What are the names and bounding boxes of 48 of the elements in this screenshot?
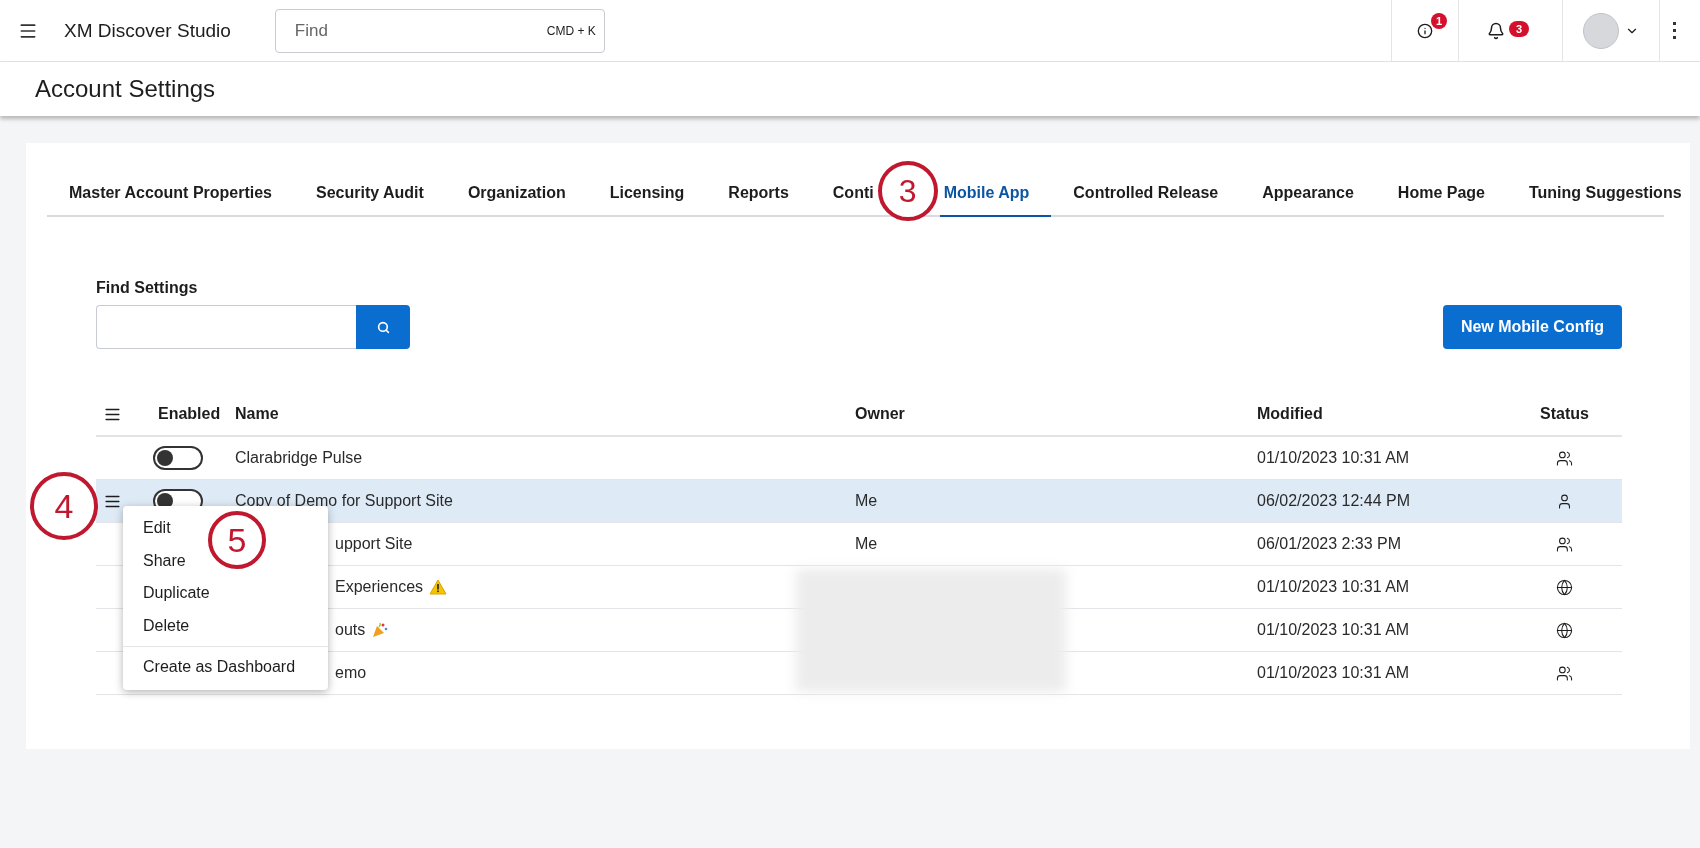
modified-cell: 01/10/2023 10:31 AM bbox=[1257, 664, 1410, 682]
column-header: Owner bbox=[855, 405, 905, 423]
modified-cell: 01/10/2023 10:31 AM bbox=[1257, 578, 1410, 596]
app-grid-icon[interactable] bbox=[1673, 21, 1679, 40]
tab[interactable]: Reports bbox=[706, 171, 811, 217]
tab[interactable]: Licensing bbox=[587, 171, 707, 217]
info-icon[interactable] bbox=[1417, 22, 1433, 39]
tab[interactable]: Conti bbox=[810, 171, 876, 217]
search-button[interactable] bbox=[356, 305, 410, 349]
step-callout: 3 bbox=[877, 161, 938, 221]
search-icon bbox=[376, 320, 390, 334]
modified-cell: 01/10/2023 10:31 AM bbox=[1257, 621, 1410, 639]
info-badge: 1 bbox=[1431, 13, 1448, 29]
new-mobile-config-button[interactable]: New Mobile Config bbox=[1442, 305, 1622, 349]
app-name: XM Discover Studio bbox=[64, 19, 231, 42]
column-header: Name bbox=[235, 405, 279, 423]
column-header: Modified bbox=[1257, 405, 1323, 423]
search-field[interactable]: Find CMD + K bbox=[274, 8, 605, 53]
tab[interactable]: Security Audit bbox=[294, 171, 446, 217]
tab[interactable]: Home Page bbox=[1375, 171, 1507, 217]
find-settings-field[interactable] bbox=[96, 305, 356, 349]
name-cell: emo bbox=[335, 664, 367, 682]
find-settings-label: Find Settings bbox=[96, 279, 199, 297]
modified-cell: 01/10/2023 10:31 AM bbox=[1257, 449, 1410, 467]
modified-cell: 06/02/2023 12:44 PM bbox=[1257, 492, 1410, 510]
menu-item[interactable]: Delete bbox=[123, 609, 210, 642]
name-cell: Experiences bbox=[335, 578, 424, 596]
tab[interactable]: Organization bbox=[445, 171, 588, 217]
shortcut-hint: CMD + K bbox=[546, 23, 596, 38]
page-title: Account Settings bbox=[35, 75, 216, 103]
tab[interactable]: Tuning Suggestions bbox=[1507, 171, 1700, 217]
tab[interactable]: Controlled Release bbox=[1051, 171, 1241, 217]
column-header: Enabled bbox=[158, 405, 221, 423]
name-cell: outs bbox=[335, 621, 366, 639]
menu-item[interactable]: Duplicate bbox=[123, 577, 230, 610]
menu-item[interactable]: Create as Dashboard bbox=[123, 651, 316, 684]
tab[interactable]: Appearance bbox=[1240, 171, 1376, 217]
tab[interactable]: Mobile App bbox=[939, 171, 1052, 217]
tab[interactable]: Master Account Properties bbox=[47, 171, 294, 217]
name-cell: upport Site bbox=[335, 535, 413, 553]
name-cell: Clarabridge Pulse bbox=[235, 449, 363, 467]
toggle-switch[interactable] bbox=[153, 446, 203, 470]
notification-bell-icon[interactable] bbox=[1486, 21, 1505, 40]
notification-badge: 3 bbox=[1509, 21, 1530, 37]
owner-cell: Me bbox=[855, 492, 878, 509]
column-header: Status bbox=[1540, 405, 1589, 423]
modified-cell: 06/01/2023 2:33 PM bbox=[1257, 535, 1402, 553]
owner-cell: Me bbox=[855, 535, 878, 552]
